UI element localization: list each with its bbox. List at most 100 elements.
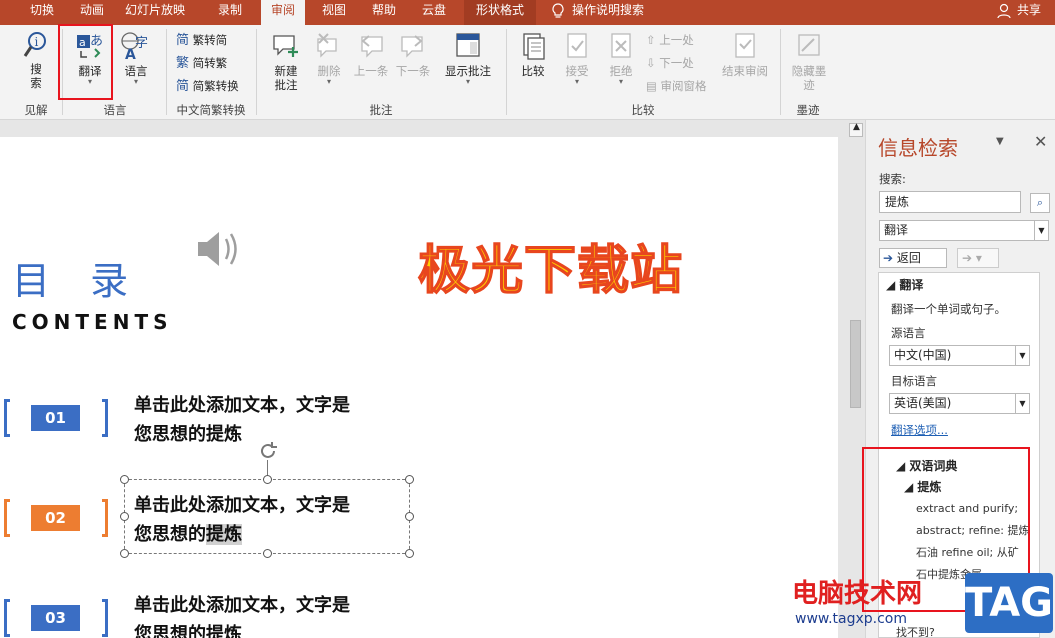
end-review-button[interactable]: 结束审阅 xyxy=(718,31,772,78)
forward-arrow-icon: ➔ ▾ xyxy=(962,251,982,265)
compare-label: 比较 xyxy=(521,64,545,78)
scroll-thumb[interactable] xyxy=(850,320,861,408)
tab-animations[interactable]: 动画 xyxy=(70,0,114,25)
search-input[interactable]: 提炼 xyxy=(879,191,1021,213)
ribbon: i 搜 索 aあ 翻译 ▾ 字A 语言 ▾ 简 繁转简 繁 简转繁 简 简繁转换… xyxy=(0,25,1055,120)
service-value: 翻译 xyxy=(884,223,909,237)
selected-word[interactable]: 提炼 xyxy=(206,524,242,545)
new-comment-label: 新建 批注 xyxy=(274,64,298,92)
search-button[interactable]: i 搜 索 xyxy=(20,31,52,90)
accept-icon xyxy=(567,33,587,58)
item-text[interactable]: 单击此处添加文本，文字是 您思想的提炼 xyxy=(134,591,424,638)
source-language-dropdown[interactable]: 中文(中国) ▼ xyxy=(889,345,1030,366)
convert-button[interactable]: 简 简繁转换 xyxy=(176,79,239,94)
compare-button[interactable]: 比较 xyxy=(514,31,552,78)
resize-handle[interactable] xyxy=(120,512,129,521)
chevron-down-icon: ▾ xyxy=(618,77,623,86)
tab-transitions[interactable]: 切换 xyxy=(20,0,64,25)
resize-handle[interactable] xyxy=(120,549,129,558)
next-comment-button[interactable]: 下一条 xyxy=(394,31,432,78)
resize-handle[interactable] xyxy=(263,549,272,558)
item-number-badge: 01 xyxy=(31,405,80,431)
hide-ink-button[interactable]: 隐藏墨 迹 xyxy=(788,31,830,92)
delete-comment-button[interactable]: 删除 ▾ xyxy=(312,31,346,86)
show-comments-icon xyxy=(456,33,480,57)
person-icon[interactable] xyxy=(996,3,1012,19)
convert-label: 简繁转换 xyxy=(192,79,239,93)
slide-subtitle[interactable]: CONTENTS xyxy=(12,310,173,334)
prev-comment-button[interactable]: 上一条 xyxy=(352,31,390,78)
search-go-button[interactable]: ⌕ xyxy=(1030,193,1050,213)
right-bracket xyxy=(102,399,108,437)
source-language-value: 中文(中国) xyxy=(894,348,952,362)
reject-icon xyxy=(611,33,631,58)
resize-handle[interactable] xyxy=(405,475,414,484)
close-icon[interactable]: ✕ xyxy=(1034,132,1047,151)
powerpoint-window: 切换 动画 幻灯片放映 录制 审阅 视图 帮助 云盘 形状格式 操作说明搜索 共… xyxy=(0,0,1055,638)
section-translate[interactable]: ◢ 翻译 xyxy=(886,276,923,293)
show-comments-label: 显示批注 xyxy=(445,64,491,78)
speaker-icon[interactable] xyxy=(194,225,242,273)
search-icon: ⌕ xyxy=(1036,196,1044,209)
lightbulb-icon xyxy=(552,3,564,18)
service-dropdown[interactable]: 翻译 ▼ xyxy=(879,220,1049,241)
back-button[interactable]: ➔ 返回 xyxy=(879,248,947,268)
share-button[interactable]: 共享 xyxy=(1014,0,1044,25)
prev-change-button[interactable]: ⇧ 上一处 xyxy=(646,33,694,47)
scroll-up-button[interactable]: ▲ xyxy=(849,122,863,137)
trad-to-simp-button[interactable]: 简 繁转简 xyxy=(176,33,227,48)
tab-help[interactable]: 帮助 xyxy=(362,0,406,25)
end-review-icon xyxy=(735,33,755,58)
reject-button[interactable]: 拒绝 ▾ xyxy=(604,31,638,86)
language-button[interactable]: 字A 语言 ▾ xyxy=(116,31,156,86)
watermark-url: www.tagxp.com xyxy=(795,611,907,627)
new-comment-button[interactable]: 新建 批注 xyxy=(268,31,304,92)
resize-handle[interactable] xyxy=(405,549,414,558)
translate-highlight-box xyxy=(58,24,113,100)
group-label-ink: 墨迹 xyxy=(796,103,820,117)
group-label-comments: 批注 xyxy=(369,103,393,117)
tab-shape-format[interactable]: 形状格式 xyxy=(464,0,536,25)
target-language-value: 英语(美国) xyxy=(894,396,952,410)
resize-handle[interactable] xyxy=(405,512,414,521)
left-bracket xyxy=(4,399,10,437)
tab-cloud[interactable]: 云盘 xyxy=(412,0,456,25)
review-pane-label: 审阅窗格 xyxy=(660,79,707,93)
back-label: 返回 xyxy=(896,251,921,265)
prev-comment-icon xyxy=(361,35,383,58)
chevron-down-icon: ▼ xyxy=(1015,394,1029,413)
hide-ink-icon xyxy=(798,34,820,56)
item-text-selected[interactable]: 单击此处添加文本，文字是 您思想的提炼 xyxy=(134,491,424,549)
slide-title[interactable]: 目 录 xyxy=(12,250,142,305)
prev-change-icon: ⇧ xyxy=(646,33,656,47)
item-text-line: 单击此处添加文本，文字是 xyxy=(134,495,350,516)
slide-canvas[interactable] xyxy=(0,137,838,638)
target-language-dropdown[interactable]: 英语(美国) ▼ xyxy=(889,393,1030,414)
show-comments-button[interactable]: 显示批注 ▾ xyxy=(442,31,494,86)
watermark-site-name: 电脑技术网 xyxy=(792,579,923,609)
new-comment-icon xyxy=(273,35,298,57)
tab-record[interactable]: 录制 xyxy=(208,0,252,25)
next-change-button[interactable]: ⇩ 下一处 xyxy=(646,56,694,70)
item-text[interactable]: 单击此处添加文本，文字是 您思想的提炼 xyxy=(134,391,424,449)
resize-handle[interactable] xyxy=(263,475,272,484)
tab-view[interactable]: 视图 xyxy=(312,0,356,25)
translation-options-link[interactable]: 翻译选项... xyxy=(891,422,948,438)
search-for-label: 搜索: xyxy=(879,172,906,186)
left-bracket xyxy=(4,599,10,637)
section-translate-label: 翻译 xyxy=(899,278,924,292)
delete-label: 删除 xyxy=(317,64,341,78)
review-pane-button[interactable]: ▤ 审阅窗格 xyxy=(646,79,707,93)
pane-options-icon[interactable]: ▼ xyxy=(996,136,1004,147)
search-label: 搜 索 xyxy=(30,62,42,90)
item-text-line: 您思想的提炼 xyxy=(134,424,242,445)
collapse-triangle-icon: ◢ xyxy=(886,278,896,292)
resize-handle[interactable] xyxy=(120,475,129,484)
tab-slideshow[interactable]: 幻灯片放映 xyxy=(118,0,192,25)
tab-review[interactable]: 审阅 xyxy=(261,0,305,25)
forward-button[interactable]: ➔ ▾ xyxy=(957,248,999,268)
rotate-handle-icon[interactable] xyxy=(257,440,279,462)
simp-to-trad-button[interactable]: 繁 简转繁 xyxy=(176,56,227,71)
tell-me-search[interactable]: 操作说明搜索 xyxy=(572,0,658,25)
accept-button[interactable]: 接受 ▾ xyxy=(560,31,594,86)
